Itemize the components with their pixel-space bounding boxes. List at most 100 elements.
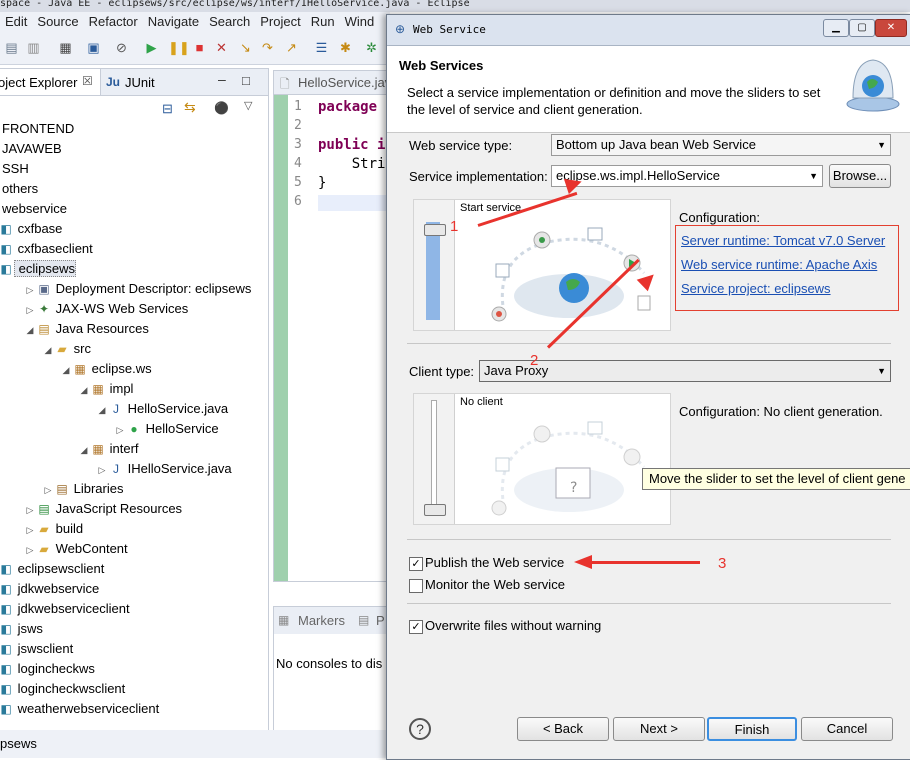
collapse-icon[interactable]: ◢ bbox=[24, 320, 36, 340]
binary-icon[interactable]: ▦ bbox=[58, 40, 73, 55]
client-slider[interactable] bbox=[414, 394, 455, 524]
tree-item[interactable]: ◢ ▤ Java Resources bbox=[24, 319, 149, 339]
tree-item[interactable]: ▷ ▰ build bbox=[24, 519, 84, 540]
tree-item[interactable]: ◧ logincheckwsclient bbox=[0, 679, 125, 699]
tree-item[interactable]: ▷ J IHelloService.java bbox=[96, 459, 232, 479]
menu-project[interactable]: Project bbox=[260, 12, 300, 32]
publish-checkbox[interactable]: ✓ bbox=[409, 557, 423, 571]
expand-icon[interactable]: ▷ bbox=[24, 520, 36, 540]
expand-icon[interactable]: ▷ bbox=[24, 300, 36, 320]
tree-item[interactable]: ◧ weatherwebserviceclient bbox=[0, 699, 159, 719]
service-impl-input[interactable]: eclipse.ws.impl.HelloService ▼ bbox=[551, 165, 823, 187]
expand-icon[interactable]: ▷ bbox=[24, 280, 36, 300]
tab-project-explorer[interactable]: oject Explorer bbox=[0, 75, 77, 90]
terminate-icon[interactable]: ■ bbox=[192, 40, 207, 55]
expand-icon[interactable]: ▷ bbox=[24, 500, 36, 520]
tree-item[interactable]: ◢ J HelloService.java bbox=[96, 399, 229, 420]
maximize-button[interactable]: ▢ bbox=[849, 19, 875, 37]
resume-icon[interactable]: ▶ bbox=[144, 40, 159, 55]
next-button[interactable]: Next > bbox=[613, 717, 705, 741]
disconnect-icon[interactable]: ✕ bbox=[214, 40, 229, 55]
tree-item[interactable]: SSH bbox=[2, 159, 29, 179]
debug-icon[interactable]: ✱ bbox=[338, 40, 353, 55]
tree-item[interactable]: ◧ jswsclient bbox=[0, 639, 73, 659]
tree-item[interactable]: ◧ jdkwebserviceclient bbox=[0, 599, 129, 619]
tree-item[interactable]: webservice bbox=[2, 199, 67, 219]
tree-item[interactable]: ◧ cxfbaseclient bbox=[0, 239, 92, 259]
collapse-icon[interactable]: ◢ bbox=[78, 440, 90, 460]
view-menu-icon[interactable]: ▽ bbox=[244, 99, 252, 112]
expand-icon[interactable]: ▷ bbox=[114, 420, 126, 440]
client-slider-thumb[interactable] bbox=[424, 504, 446, 516]
collapse-icon[interactable]: ◢ bbox=[60, 360, 72, 380]
tree-item[interactable]: ▷ ● HelloService bbox=[114, 419, 219, 439]
overwrite-checkbox[interactable]: ✓ bbox=[409, 620, 423, 634]
menu-run[interactable]: Run bbox=[311, 12, 335, 32]
service-project-link[interactable]: Service project: eclipsews bbox=[681, 281, 831, 296]
suspend-icon[interactable]: ❚❚ bbox=[168, 40, 190, 55]
expand-icon[interactable]: ▷ bbox=[42, 480, 54, 500]
close-icon[interactable]: ☒ bbox=[82, 74, 93, 88]
tree-item[interactable]: ◧ eclipsews bbox=[0, 259, 76, 279]
help-icon[interactable]: ? bbox=[409, 718, 431, 740]
menu-edit[interactable]: Edit bbox=[5, 12, 27, 32]
tree-item[interactable]: ▷ ▤ JavaScript Resources bbox=[24, 499, 183, 520]
tab-markers[interactable]: Markers bbox=[298, 613, 345, 628]
service-slider-thumb[interactable] bbox=[424, 224, 446, 236]
cancel-button[interactable]: Cancel bbox=[801, 717, 893, 741]
collapse-icon[interactable]: ◢ bbox=[96, 400, 108, 420]
minimize-button[interactable]: ▁ bbox=[823, 19, 849, 37]
close-button[interactable]: ✕ bbox=[875, 19, 907, 37]
tree-item[interactable]: ◧ jsws bbox=[0, 619, 43, 639]
skip-breakpoints-icon[interactable]: ⊘ bbox=[114, 40, 129, 55]
ws-runtime-link[interactable]: Web service runtime: Apache Axis bbox=[681, 257, 877, 272]
tree-item[interactable]: ▷ ▤ Libraries bbox=[42, 479, 124, 500]
menu-search[interactable]: Search bbox=[209, 12, 250, 32]
run-config-icon[interactable]: ✲ bbox=[364, 40, 379, 55]
tree-item[interactable]: ◧ logincheckws bbox=[0, 659, 95, 679]
service-slider[interactable] bbox=[414, 200, 455, 330]
tree-item[interactable]: ◧ eclipsewsclient bbox=[0, 559, 104, 579]
client-type-select[interactable]: Java Proxy ▼ bbox=[479, 360, 891, 382]
menu-source[interactable]: Source bbox=[37, 12, 78, 32]
tree-item[interactable]: ◢ ▰ src bbox=[42, 339, 91, 359]
service-type-select[interactable]: Bottom up Java bean Web Service ▼ bbox=[551, 134, 891, 156]
maximize-icon[interactable]: □ bbox=[242, 73, 250, 88]
back-button[interactable]: < Back bbox=[517, 717, 609, 741]
tree-item[interactable]: JAVAWEB bbox=[2, 139, 62, 159]
collapse-icon[interactable]: ◢ bbox=[78, 380, 90, 400]
tree-item[interactable]: ◢ ▦ impl bbox=[78, 379, 134, 400]
monitor-label[interactable]: Monitor the Web service bbox=[425, 577, 565, 592]
expand-icon[interactable]: ▷ bbox=[96, 460, 108, 480]
menu-refactor[interactable]: Refactor bbox=[89, 12, 138, 32]
new-icon[interactable]: ▤ bbox=[4, 40, 19, 55]
step-over-icon[interactable]: ↷ bbox=[260, 40, 275, 55]
save-all-icon[interactable]: ▥ bbox=[26, 40, 41, 55]
tree-item[interactable]: ▷ ▰ WebContent bbox=[24, 539, 128, 559]
code-editor[interactable]: 1 package 2 3 public i 4 Stri 5} 6 bbox=[273, 94, 392, 582]
open-task-icon[interactable]: ☰ bbox=[314, 40, 329, 55]
tree-item[interactable]: others bbox=[2, 179, 38, 199]
menu-window[interactable]: Wind bbox=[345, 12, 375, 32]
tree-item[interactable]: ◧ jdkwebservice bbox=[0, 579, 99, 599]
monitor-checkbox[interactable] bbox=[409, 579, 423, 593]
tree-item[interactable]: ▷ ▣ Deployment Descriptor: eclipsews bbox=[24, 279, 252, 300]
link-editor-icon[interactable]: ⇆ bbox=[184, 99, 196, 116]
tree-item[interactable]: FRONTEND bbox=[2, 119, 74, 139]
expand-icon[interactable]: ▷ bbox=[24, 540, 36, 560]
tree-item[interactable]: ◢ ▦ eclipse.ws bbox=[60, 359, 152, 379]
tree-item[interactable]: ▷ ✦ JAX-WS Web Services bbox=[24, 299, 189, 320]
tab-junit[interactable]: JUnit bbox=[125, 75, 155, 90]
finish-button[interactable]: Finish bbox=[707, 717, 797, 741]
publish-label[interactable]: Publish the Web service bbox=[425, 555, 564, 570]
tab-properties[interactable]: P bbox=[376, 613, 385, 628]
tree-item[interactable]: ◢ ▦ interf bbox=[78, 439, 139, 459]
server-icon[interactable]: ▣ bbox=[86, 40, 101, 55]
step-into-icon[interactable]: ↘ bbox=[238, 40, 253, 55]
server-runtime-link[interactable]: Server runtime: Tomcat v7.0 Server bbox=[681, 233, 885, 248]
filter-icon[interactable]: ⚫ bbox=[214, 101, 229, 115]
browse-button[interactable]: Browse... bbox=[829, 164, 891, 188]
minimize-icon[interactable]: – bbox=[218, 71, 226, 87]
menu-navigate[interactable]: Navigate bbox=[148, 12, 199, 32]
step-return-icon[interactable]: ↗ bbox=[284, 40, 299, 55]
